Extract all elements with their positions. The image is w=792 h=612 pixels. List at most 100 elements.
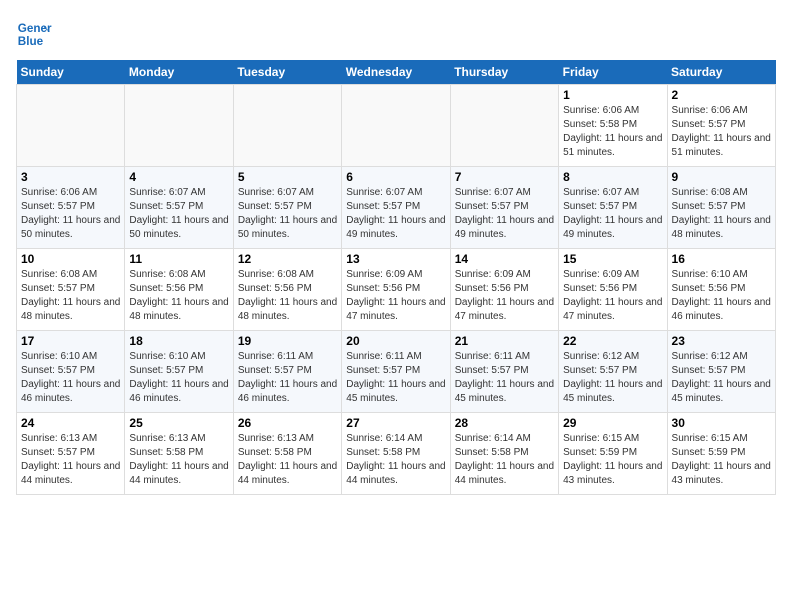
day-number: 5 bbox=[238, 170, 337, 184]
day-info: Sunrise: 6:07 AMSunset: 5:57 PMDaylight:… bbox=[563, 186, 662, 242]
day-number: 10 bbox=[21, 252, 120, 266]
calendar-cell: 20 Sunrise: 6:11 AMSunset: 5:57 PMDayligh… bbox=[342, 331, 450, 413]
logo-icon: General Blue bbox=[16, 16, 52, 52]
page-header: General Blue bbox=[16, 16, 776, 52]
calendar-cell: 30 Sunrise: 6:15 AMSunset: 5:59 PMDayligh… bbox=[667, 413, 775, 495]
day-number: 28 bbox=[455, 416, 554, 430]
day-header-wednesday: Wednesday bbox=[342, 60, 450, 85]
day-info: Sunrise: 6:08 AMSunset: 5:56 PMDaylight:… bbox=[238, 268, 337, 324]
calendar-cell: 19 Sunrise: 6:11 AMSunset: 5:57 PMDayligh… bbox=[233, 331, 341, 413]
day-number: 12 bbox=[238, 252, 337, 266]
day-number: 9 bbox=[672, 170, 771, 184]
day-info: Sunrise: 6:07 AMSunset: 5:57 PMDaylight:… bbox=[129, 186, 228, 242]
header-row: SundayMondayTuesdayWednesdayThursdayFrid… bbox=[17, 60, 776, 85]
calendar-cell: 17 Sunrise: 6:10 AMSunset: 5:57 PMDayligh… bbox=[17, 331, 125, 413]
calendar-cell: 10 Sunrise: 6:08 AMSunset: 5:57 PMDayligh… bbox=[17, 249, 125, 331]
day-number: 30 bbox=[672, 416, 771, 430]
day-info: Sunrise: 6:15 AMSunset: 5:59 PMDaylight:… bbox=[672, 432, 771, 488]
day-number: 23 bbox=[672, 334, 771, 348]
calendar-cell bbox=[450, 85, 558, 167]
calendar-cell: 2Sunrise: 6:06 AMSunset: 5:57 PMDaylight… bbox=[667, 85, 775, 167]
day-number: 17 bbox=[21, 334, 120, 348]
calendar-cell: 7 Sunrise: 6:07 AMSunset: 5:57 PMDaylight… bbox=[450, 167, 558, 249]
calendar-cell bbox=[342, 85, 450, 167]
day-info: Sunrise: 6:09 AMSunset: 5:56 PMDaylight:… bbox=[455, 268, 554, 324]
day-info: Sunrise: 6:12 AMSunset: 5:57 PMDaylight:… bbox=[672, 350, 771, 406]
calendar-cell: 26 Sunrise: 6:13 AMSunset: 5:58 PMDayligh… bbox=[233, 413, 341, 495]
calendar-cell: 3 Sunrise: 6:06 AMSunset: 5:57 PMDaylight… bbox=[17, 167, 125, 249]
day-info: Sunrise: 6:13 AMSunset: 5:58 PMDaylight:… bbox=[129, 432, 228, 488]
week-row-1: 1 Sunrise: 6:06 AMSunset: 5:58 PMDaylight… bbox=[17, 85, 776, 167]
calendar-cell bbox=[125, 85, 233, 167]
day-number: 6 bbox=[346, 170, 445, 184]
calendar-cell: 22 Sunrise: 6:12 AMSunset: 5:57 PMDayligh… bbox=[559, 331, 667, 413]
week-row-3: 10 Sunrise: 6:08 AMSunset: 5:57 PMDayligh… bbox=[17, 249, 776, 331]
svg-text:Blue: Blue bbox=[18, 35, 44, 48]
day-info: Sunrise: 6:12 AMSunset: 5:57 PMDaylight:… bbox=[563, 350, 662, 406]
day-number: 16 bbox=[672, 252, 771, 266]
day-number: 4 bbox=[129, 170, 228, 184]
day-number: 19 bbox=[238, 334, 337, 348]
calendar-cell: 24Sunrise: 6:13 AMSunset: 5:57 PMDayligh… bbox=[17, 413, 125, 495]
calendar-cell: 5Sunrise: 6:07 AMSunset: 5:57 PMDaylight… bbox=[233, 167, 341, 249]
day-number: 3 bbox=[21, 170, 120, 184]
calendar-cell: 18 Sunrise: 6:10 AMSunset: 5:57 PMDayligh… bbox=[125, 331, 233, 413]
day-info: Sunrise: 6:07 AMSunset: 5:57 PMDaylight:… bbox=[346, 186, 445, 242]
day-number: 22 bbox=[563, 334, 662, 348]
day-number: 7 bbox=[455, 170, 554, 184]
day-number: 11 bbox=[129, 252, 228, 266]
day-info: Sunrise: 6:10 AMSunset: 5:57 PMDaylight:… bbox=[129, 350, 228, 406]
day-info: Sunrise: 6:10 AMSunset: 5:57 PMDaylight:… bbox=[21, 350, 120, 406]
calendar-cell: 16 Sunrise: 6:10 AMSunset: 5:56 PMDayligh… bbox=[667, 249, 775, 331]
day-number: 8 bbox=[563, 170, 662, 184]
day-info: Sunrise: 6:09 AMSunset: 5:56 PMDaylight:… bbox=[563, 268, 662, 324]
calendar-cell bbox=[233, 85, 341, 167]
svg-text:General: General bbox=[18, 22, 52, 35]
calendar-cell: 9 Sunrise: 6:08 AMSunset: 5:57 PMDaylight… bbox=[667, 167, 775, 249]
calendar-cell: 27 Sunrise: 6:14 AMSunset: 5:58 PMDayligh… bbox=[342, 413, 450, 495]
week-row-4: 17 Sunrise: 6:10 AMSunset: 5:57 PMDayligh… bbox=[17, 331, 776, 413]
day-info: Sunrise: 6:14 AMSunset: 5:58 PMDaylight:… bbox=[346, 432, 445, 488]
logo: General Blue bbox=[16, 16, 52, 52]
day-info: Sunrise: 6:06 AMSunset: 5:57 PMDaylight:… bbox=[21, 186, 120, 242]
day-info: Sunrise: 6:08 AMSunset: 5:57 PMDaylight:… bbox=[672, 186, 771, 242]
calendar-cell: 21Sunrise: 6:11 AMSunset: 5:57 PMDayligh… bbox=[450, 331, 558, 413]
day-number: 20 bbox=[346, 334, 445, 348]
calendar-cell: 29 Sunrise: 6:15 AMSunset: 5:59 PMDayligh… bbox=[559, 413, 667, 495]
day-number: 27 bbox=[346, 416, 445, 430]
day-header-friday: Friday bbox=[559, 60, 667, 85]
day-info: Sunrise: 6:11 AMSunset: 5:57 PMDaylight:… bbox=[238, 350, 337, 406]
calendar-cell: 13 Sunrise: 6:09 AMSunset: 5:56 PMDayligh… bbox=[342, 249, 450, 331]
day-number: 29 bbox=[563, 416, 662, 430]
day-info: Sunrise: 6:08 AMSunset: 5:57 PMDaylight:… bbox=[21, 268, 120, 324]
day-info: Sunrise: 6:09 AMSunset: 5:56 PMDaylight:… bbox=[346, 268, 445, 324]
day-info: Sunrise: 6:07 AMSunset: 5:57 PMDaylight:… bbox=[455, 186, 554, 242]
day-info: Sunrise: 6:06 AMSunset: 5:58 PMDaylight:… bbox=[563, 104, 662, 160]
calendar-cell: 15 Sunrise: 6:09 AMSunset: 5:56 PMDayligh… bbox=[559, 249, 667, 331]
day-number: 26 bbox=[238, 416, 337, 430]
day-info: Sunrise: 6:10 AMSunset: 5:56 PMDaylight:… bbox=[672, 268, 771, 324]
day-info: Sunrise: 6:15 AMSunset: 5:59 PMDaylight:… bbox=[563, 432, 662, 488]
day-number: 18 bbox=[129, 334, 228, 348]
day-number: 24 bbox=[21, 416, 120, 430]
day-number: 13 bbox=[346, 252, 445, 266]
calendar-cell bbox=[17, 85, 125, 167]
day-number: 25 bbox=[129, 416, 228, 430]
day-number: 1 bbox=[563, 88, 662, 102]
day-number: 14 bbox=[455, 252, 554, 266]
day-header-sunday: Sunday bbox=[17, 60, 125, 85]
day-info: Sunrise: 6:11 AMSunset: 5:57 PMDaylight:… bbox=[346, 350, 445, 406]
calendar-cell: 8 Sunrise: 6:07 AMSunset: 5:57 PMDaylight… bbox=[559, 167, 667, 249]
calendar-cell: 23 Sunrise: 6:12 AMSunset: 5:57 PMDayligh… bbox=[667, 331, 775, 413]
day-info: Sunrise: 6:13 AMSunset: 5:58 PMDaylight:… bbox=[238, 432, 337, 488]
calendar-cell: 6 Sunrise: 6:07 AMSunset: 5:57 PMDaylight… bbox=[342, 167, 450, 249]
calendar-cell: 1 Sunrise: 6:06 AMSunset: 5:58 PMDaylight… bbox=[559, 85, 667, 167]
calendar-cell: 25 Sunrise: 6:13 AMSunset: 5:58 PMDayligh… bbox=[125, 413, 233, 495]
day-header-monday: Monday bbox=[125, 60, 233, 85]
day-number: 15 bbox=[563, 252, 662, 266]
week-row-2: 3 Sunrise: 6:06 AMSunset: 5:57 PMDaylight… bbox=[17, 167, 776, 249]
day-header-tuesday: Tuesday bbox=[233, 60, 341, 85]
day-header-thursday: Thursday bbox=[450, 60, 558, 85]
day-info: Sunrise: 6:14 AMSunset: 5:58 PMDaylight:… bbox=[455, 432, 554, 488]
calendar-cell: 28 Sunrise: 6:14 AMSunset: 5:58 PMDayligh… bbox=[450, 413, 558, 495]
